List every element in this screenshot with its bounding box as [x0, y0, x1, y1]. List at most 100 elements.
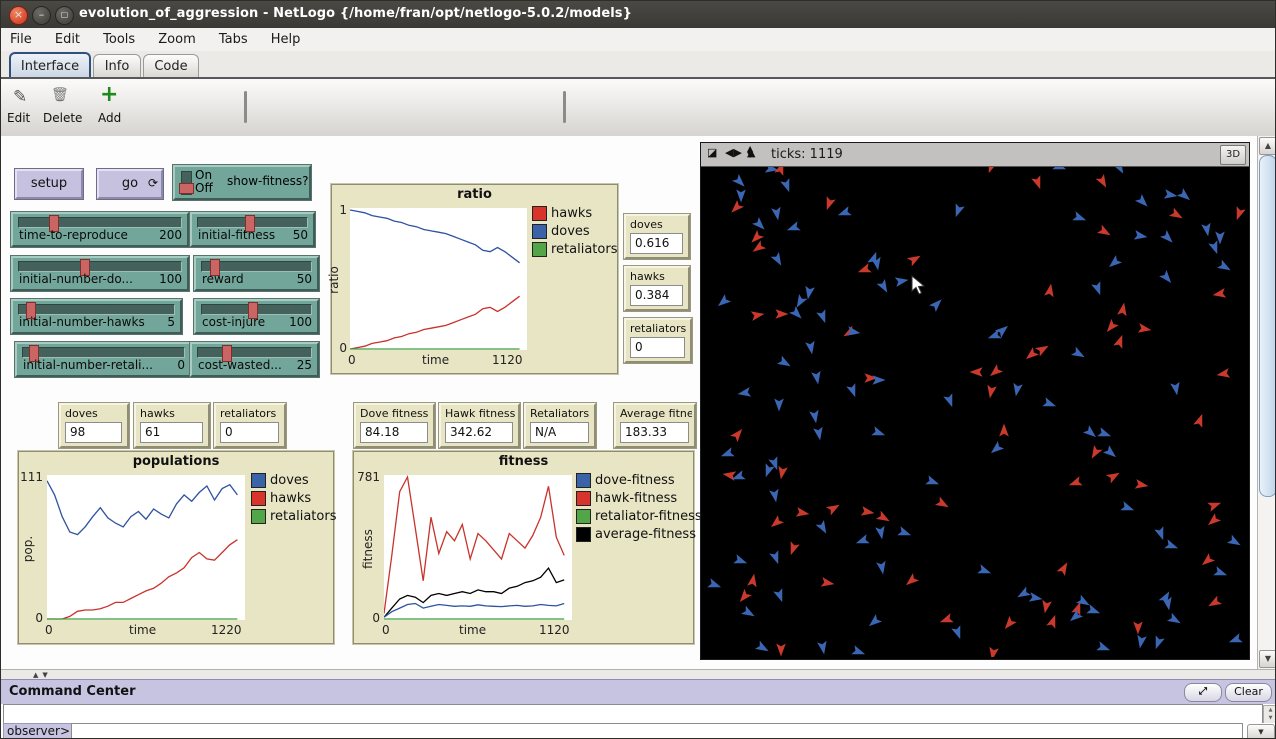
slider-value: 25 [297, 358, 312, 372]
world-height-icon[interactable]: ▲▼ [747, 144, 753, 159]
monitor-value: 0.384 [630, 285, 683, 306]
monitor-retaliators-ratio: retaliators 0 [624, 318, 692, 363]
toolbar: ✎ Edit 🗑 Delete + Add abc Button ▼ faste… [1, 79, 1276, 137]
legend-item: hawks [251, 490, 336, 507]
show-fitness-switch[interactable]: On Off show-fitness? [173, 165, 311, 200]
turtle-agent [1205, 513, 1221, 529]
prompt-dropdown-icon[interactable]: ▼ [1247, 724, 1275, 739]
x-axis-label: time [422, 353, 449, 367]
edit-button[interactable]: Edit [7, 111, 30, 125]
world-view[interactable]: ◪ ◀▶ ▲ ▲▼ ticks: 1119 3D [700, 142, 1250, 660]
turtle-agent [796, 507, 810, 519]
slider-initial-number-retaliators[interactable]: initial-number-retali...0 [15, 342, 192, 377]
go-button[interactable]: go ⟳ [97, 169, 163, 199]
turtle-agent [707, 578, 722, 591]
trash-icon[interactable]: 🗑 [51, 87, 69, 103]
toolbar-separator [563, 91, 566, 123]
turtle-agent [988, 441, 1004, 457]
menu-zoom[interactable]: Zoom [149, 29, 204, 50]
y-axis-label: pop. [21, 536, 35, 562]
slider-cost-wasted[interactable]: cost-wasted...25 [190, 342, 319, 377]
turtle-agent [1071, 347, 1087, 362]
slider-initial-fitness[interactable]: initial-fitness50 [190, 212, 315, 247]
clear-button[interactable]: Clear [1225, 683, 1272, 702]
menu-file[interactable]: File [1, 29, 41, 50]
add-button[interactable]: Add [98, 111, 121, 125]
legend-swatch-icon [532, 224, 547, 239]
x-axis-label: time [129, 623, 156, 637]
3d-button[interactable]: 3D [1220, 145, 1246, 165]
title-bar[interactable]: × – ▢ evolution_of_aggression - NetLogo … [1, 1, 1276, 28]
add-plus-icon[interactable]: + [100, 82, 118, 107]
turtle-agent [737, 387, 751, 399]
maximize-icon[interactable]: ▢ [55, 6, 74, 25]
legend-label: retaliator-fitness [595, 509, 702, 524]
turtle-agent [732, 174, 748, 190]
switch-handle[interactable] [179, 183, 194, 194]
menu-tabs[interactable]: Tabs [210, 29, 257, 50]
scroll-up-icon[interactable]: ▲ [1259, 137, 1276, 155]
interface-canvas: setup go ⟳ On Off show-fitness? time-to-… [1, 136, 1257, 669]
scroll-down-icon[interactable]: ▼ [1259, 650, 1276, 668]
slider-initial-number-doves[interactable]: initial-number-do...100 [11, 256, 189, 291]
monitor-label: Hawk fitness [445, 407, 516, 420]
monitor-doves-count: doves 98 [59, 403, 129, 448]
world-canvas[interactable] [701, 167, 1247, 657]
mouse-cursor [911, 275, 925, 295]
slider-value: 0 [177, 358, 185, 372]
turtle-agent [741, 606, 757, 621]
legend-item: retaliators [532, 241, 617, 258]
world-origin-icon[interactable]: ◪ [707, 146, 717, 159]
command-center-header: Command Center ⤢ Clear [1, 679, 1276, 704]
turtle-agent [984, 167, 997, 175]
monitor-value: 342.62 [445, 422, 513, 443]
scrollbar-thumb[interactable] [1259, 155, 1276, 497]
output-scrollbar[interactable]: ▲▼ [1263, 705, 1276, 724]
legend-label: hawk-fitness [595, 491, 677, 506]
legend-label: hawks [270, 491, 311, 506]
legend-label: dove-fitness [595, 473, 675, 488]
turtle-agent [761, 463, 774, 478]
edit-pencil-icon[interactable]: ✎ [13, 87, 27, 107]
tab-code[interactable]: Code [143, 54, 199, 78]
ratio-plot: ratio 1 0 ratio 0 time 1120 hawksdovesre… [331, 184, 618, 374]
vertical-scrollbar[interactable]: ▲ ▼ [1257, 136, 1276, 669]
turtle-agent [970, 367, 983, 377]
turtle-agent [736, 589, 752, 605]
legend-label: average-fitness [595, 527, 696, 542]
turtle-agent [1011, 383, 1023, 397]
menu-tools[interactable]: Tools [94, 29, 144, 50]
turtle-agent [1120, 501, 1135, 514]
menu-edit[interactable]: Edit [46, 29, 89, 50]
delete-button[interactable]: Delete [43, 111, 82, 125]
turtle-agent [780, 178, 793, 193]
turtle-agent [866, 614, 882, 630]
turtle-agent [873, 375, 886, 385]
slider-cost-injure[interactable]: cost-injure100 [194, 299, 319, 334]
monitor-label: Retaliators [530, 407, 592, 420]
go-label: go [122, 176, 138, 191]
monitor-hawk-fitness: Hawk fitness 342.62 [439, 403, 520, 448]
command-input[interactable] [71, 723, 1243, 739]
expand-icon[interactable]: ⤢ [1184, 683, 1222, 702]
close-icon[interactable]: × [9, 6, 28, 25]
tab-info[interactable]: Info [93, 54, 141, 78]
turtle-agent [1001, 616, 1017, 632]
turtle-agent [1207, 498, 1222, 511]
minimize-icon[interactable]: – [32, 6, 51, 25]
slider-reward[interactable]: reward50 [194, 256, 319, 291]
command-center-title: Command Center [9, 684, 135, 699]
slider-initial-number-hawks[interactable]: initial-number-hawks5 [11, 299, 182, 334]
turtle-agent [1159, 270, 1175, 286]
setup-button[interactable]: setup [15, 169, 83, 199]
turtle-agent [1232, 206, 1245, 221]
plot-canvas [47, 475, 245, 620]
splitter-handles-icon[interactable]: ▲▼ [33, 671, 52, 679]
world-width-icon[interactable]: ◀▶ [725, 146, 742, 159]
legend-label: hawks [551, 206, 592, 221]
tab-interface[interactable]: Interface [9, 52, 91, 79]
turtle-agent [793, 294, 808, 310]
menu-help[interactable]: Help [262, 29, 310, 50]
slider-time-to-reproduce[interactable]: time-to-reproduce200 [11, 212, 189, 247]
legend-item: doves [532, 223, 617, 240]
